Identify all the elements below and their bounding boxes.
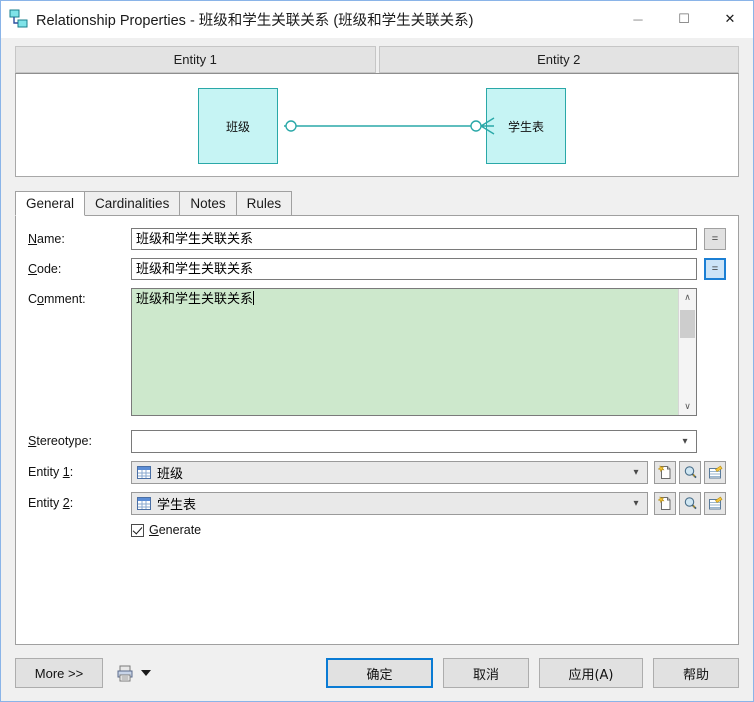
name-label: Name: <box>28 232 65 246</box>
chevron-down-icon[interactable]: ▾ <box>627 467 645 478</box>
relationship-preview: Entity 1 Entity 2 班级 学生表 <box>15 46 739 177</box>
create-icon <box>657 496 670 510</box>
name-input[interactable]: 班级和学生关联关系 <box>131 228 697 250</box>
entity1-value: 班级 <box>157 467 184 482</box>
cancel-button[interactable]: 取消 <box>443 658 529 688</box>
entity1-create-button[interactable] <box>654 461 676 484</box>
window-controls: ─ ☐ ✕ <box>615 1 753 37</box>
table-grid-icon <box>137 497 151 510</box>
relationship-properties-dialog: Relationship Properties - 班级和学生关联关系 (班级和… <box>0 0 754 702</box>
entity2-combobox[interactable]: 学生表 ▾ <box>131 492 648 515</box>
properties-icon <box>684 497 697 510</box>
entity1-column-header[interactable]: Entity 1 <box>15 46 376 73</box>
window-title: Relationship Properties - 班级和学生关联关系 (班级和… <box>36 12 474 29</box>
dialog-action-buttons: 确定 取消 应用(A) 帮助 <box>326 658 739 688</box>
stereotype-combobox[interactable]: ▾ <box>131 430 697 453</box>
name-row: Name: 班级和学生关联关系 = <box>28 228 726 250</box>
name-equals-button[interactable]: = <box>704 228 726 250</box>
comment-textarea[interactable]: 班级和学生关联关系 ∧ ∨ <box>131 288 697 416</box>
generate-checkbox-row[interactable]: Generate <box>131 523 726 537</box>
entity2-create-button[interactable] <box>654 492 676 515</box>
entity1-combobox[interactable]: 班级 ▾ <box>131 461 648 484</box>
stereotype-label: Stereotype: <box>28 434 92 448</box>
create-icon <box>657 465 670 479</box>
select-icon <box>708 496 722 510</box>
relationship-diagram[interactable]: 班级 学生表 <box>15 73 739 177</box>
tab-cardinalities[interactable]: Cardinalities <box>84 191 181 215</box>
scroll-up-icon[interactable]: ∧ <box>679 289 696 306</box>
stereotype-row: Stereotype: ▾ <box>28 430 726 453</box>
entity2-value: 学生表 <box>157 498 197 513</box>
title-bar[interactable]: Relationship Properties - 班级和学生关联关系 (班级和… <box>1 1 753 38</box>
print-icon[interactable] <box>117 665 133 682</box>
generate-label: Generate <box>149 523 202 537</box>
ok-button[interactable]: 确定 <box>326 658 433 688</box>
entity1-action-buttons <box>654 461 726 484</box>
dialog-footer: More >> 确定 取消 应用(A) 帮助 <box>1 645 753 701</box>
chevron-down-icon[interactable]: ▾ <box>627 498 645 509</box>
chevron-down-icon[interactable] <box>141 670 151 676</box>
apply-button[interactable]: 应用(A) <box>539 658 643 688</box>
tab-rules[interactable]: Rules <box>235 191 293 215</box>
code-label: Code: <box>28 262 62 276</box>
select-icon <box>708 465 722 479</box>
chevron-down-icon[interactable]: ▾ <box>676 436 694 447</box>
entity2-select-button[interactable] <box>704 492 726 515</box>
code-equals-button[interactable]: = <box>704 258 726 280</box>
entity2-label: Entity 2: <box>28 496 74 510</box>
maximize-button[interactable]: ☐ <box>661 1 707 37</box>
scrollbar-track[interactable] <box>679 306 696 398</box>
relationship-icon <box>8 8 30 30</box>
entity2-column-header[interactable]: Entity 2 <box>378 46 739 73</box>
code-input[interactable]: 班级和学生关联关系 <box>131 258 697 280</box>
entity1-label: Entity 1: <box>28 465 74 479</box>
scrollbar-thumb[interactable] <box>680 310 695 338</box>
close-button[interactable]: ✕ <box>707 1 753 37</box>
generate-checkbox[interactable] <box>131 523 144 537</box>
property-tabs: General Cardinalities Notes Rules <box>15 191 739 216</box>
properties-icon <box>684 466 697 479</box>
comment-label: Comment: <box>28 292 86 306</box>
comment-text-value[interactable]: 班级和学生关联关系 <box>132 289 678 415</box>
print-menu[interactable] <box>117 665 151 682</box>
tab-notes[interactable]: Notes <box>179 191 237 215</box>
minimize-button[interactable]: ─ <box>615 1 661 37</box>
entity2-row: Entity 2: 学生表 ▾ <box>28 492 726 515</box>
entity1-select-button[interactable] <box>704 461 726 484</box>
table-grid-icon <box>137 466 151 479</box>
entity-column-headers: Entity 1 Entity 2 <box>15 46 739 73</box>
code-row: Code: 班级和学生关联关系 = <box>28 258 726 280</box>
text-caret <box>253 291 255 305</box>
relationship-link-icon <box>284 117 495 135</box>
scroll-down-icon[interactable]: ∨ <box>679 398 696 415</box>
comment-scrollbar[interactable]: ∧ ∨ <box>678 289 696 415</box>
comment-row: Comment: 班级和学生关联关系 ∧ ∨ <box>28 288 726 416</box>
entity2-action-buttons <box>654 492 726 515</box>
tab-general[interactable]: General <box>15 191 86 216</box>
help-button[interactable]: 帮助 <box>653 658 739 688</box>
entity1-properties-button[interactable] <box>679 461 701 484</box>
more-button[interactable]: More >> <box>15 658 103 688</box>
general-tab-panel: Name: 班级和学生关联关系 = Code: 班级和学生关联关系 = Comm… <box>15 216 739 645</box>
entity1-row: Entity 1: 班级 ▾ <box>28 461 726 484</box>
entity2-properties-button[interactable] <box>679 492 701 515</box>
